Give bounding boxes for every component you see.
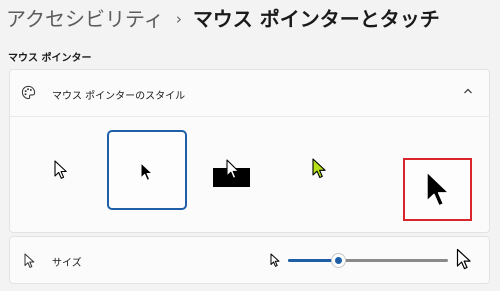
black-arrow-cursor-icon <box>140 162 153 181</box>
pointer-style-large-option[interactable] <box>403 158 472 221</box>
page-title: マウス ポインターとタッチ <box>192 7 440 31</box>
section-title-mouse-pointer: マウス ポインター <box>8 53 92 64</box>
size-slider-thumb[interactable] <box>330 253 346 268</box>
lime-arrow-cursor-icon <box>312 158 326 179</box>
palette-icon <box>21 85 36 100</box>
pointer-style-custom-option[interactable] <box>290 130 370 210</box>
large-cursor-icon <box>456 248 471 270</box>
breadcrumb-accessibility-link[interactable]: アクセシビリティ <box>6 6 164 32</box>
pointer-style-white-option[interactable] <box>22 130 102 210</box>
breadcrumb: アクセシビリティ › マウス ポインターとタッチ <box>6 6 440 32</box>
pointer-size-card: サイズ <box>9 236 490 284</box>
pointer-style-inverted-option[interactable] <box>206 130 286 210</box>
size-slider[interactable] <box>288 253 448 268</box>
pointer-style-black-option[interactable] <box>107 130 187 210</box>
pointer-style-header[interactable]: マウス ポインターのスタイル <box>10 70 489 117</box>
large-black-arrow-cursor-icon <box>426 171 450 207</box>
size-cursor-icon <box>24 253 35 268</box>
pointer-style-label: マウス ポインターのスタイル <box>52 91 186 102</box>
inverted-arrow-cursor-icon <box>213 159 250 187</box>
settings-page: アクセシビリティ › マウス ポインターとタッチ マウス ポインター マウス ポ… <box>0 0 500 291</box>
pointer-style-card: マウス ポインターのスタイル <box>9 69 490 233</box>
white-arrow-cursor-icon <box>54 160 67 179</box>
small-cursor-icon <box>270 253 280 267</box>
breadcrumb-separator: › <box>175 10 182 28</box>
size-label: サイズ <box>52 258 82 269</box>
chevron-up-icon[interactable] <box>463 87 473 95</box>
